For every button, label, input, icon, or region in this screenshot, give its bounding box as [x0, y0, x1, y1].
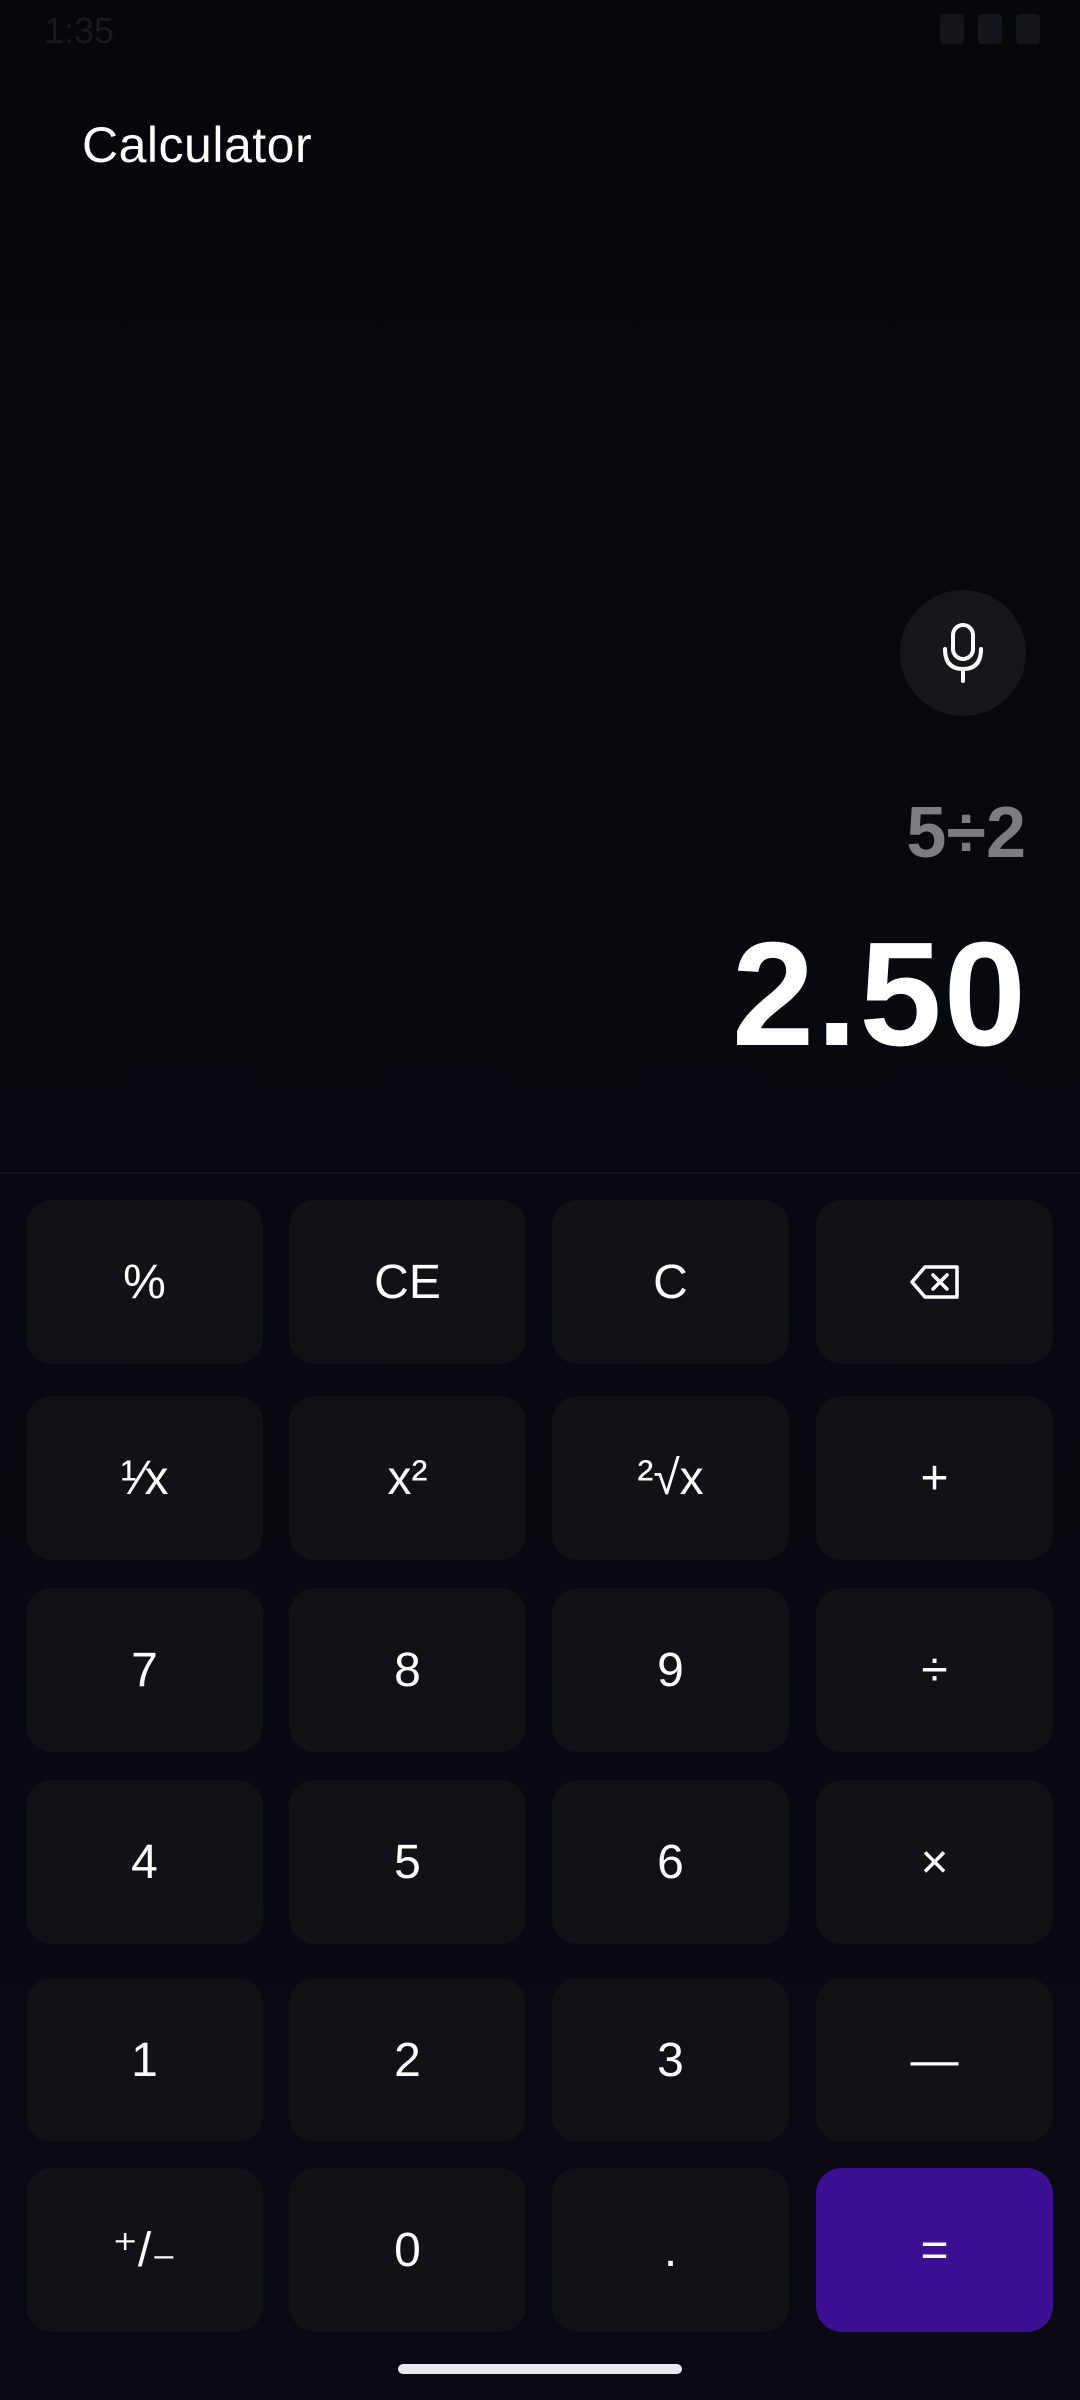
wifi-icon [940, 14, 964, 44]
expression-display: 5÷2 [906, 793, 1026, 873]
digit-7-key[interactable]: 7 [26, 1588, 263, 1752]
digit-4-key[interactable]: 4 [26, 1780, 263, 1944]
microphone-icon [943, 623, 983, 683]
result-display: 2.50 [731, 912, 1028, 1077]
backspace-icon [909, 1265, 959, 1299]
divide-key[interactable]: ÷ [816, 1588, 1053, 1752]
square-root-key[interactable]: ²√x [552, 1396, 789, 1560]
equals-key[interactable]: = [816, 2168, 1053, 2332]
status-icons [940, 14, 1040, 44]
digit-5-key[interactable]: 5 [289, 1780, 526, 1944]
plus-key[interactable]: + [816, 1396, 1053, 1560]
plus-minus-key[interactable]: ⁺/₋ [26, 2168, 263, 2332]
home-indicator[interactable] [398, 2364, 682, 2374]
signal-icon [978, 14, 1002, 44]
app-title: Calculator [82, 117, 313, 173]
reciprocal-key[interactable]: ¹⁄x [26, 1396, 263, 1560]
clear-entry-key[interactable]: CE [289, 1200, 526, 1364]
divider [0, 1172, 1080, 1174]
status-bar: 1:35 [0, 0, 1080, 60]
decimal-key[interactable]: . [552, 2168, 789, 2332]
clear-key[interactable]: C [552, 1200, 789, 1364]
digit-0-key[interactable]: 0 [289, 2168, 526, 2332]
battery-icon [1016, 14, 1040, 44]
digit-9-key[interactable]: 9 [552, 1588, 789, 1752]
multiply-key[interactable]: × [816, 1780, 1053, 1944]
status-time: 1:35 [44, 10, 115, 51]
percent-key[interactable]: % [26, 1200, 263, 1364]
calculator-screen: 1:35 Calculator 5÷2 2.50 % CE C ¹⁄x x² ²… [0, 0, 1080, 2400]
minus-key[interactable]: — [816, 1978, 1053, 2142]
voice-input-button[interactable] [900, 590, 1026, 716]
digit-2-key[interactable]: 2 [289, 1978, 526, 2142]
backspace-key[interactable] [816, 1200, 1053, 1364]
digit-1-key[interactable]: 1 [26, 1978, 263, 2142]
square-key[interactable]: x² [289, 1396, 526, 1560]
digit-8-key[interactable]: 8 [289, 1588, 526, 1752]
digit-3-key[interactable]: 3 [552, 1978, 789, 2142]
digit-6-key[interactable]: 6 [552, 1780, 789, 1944]
